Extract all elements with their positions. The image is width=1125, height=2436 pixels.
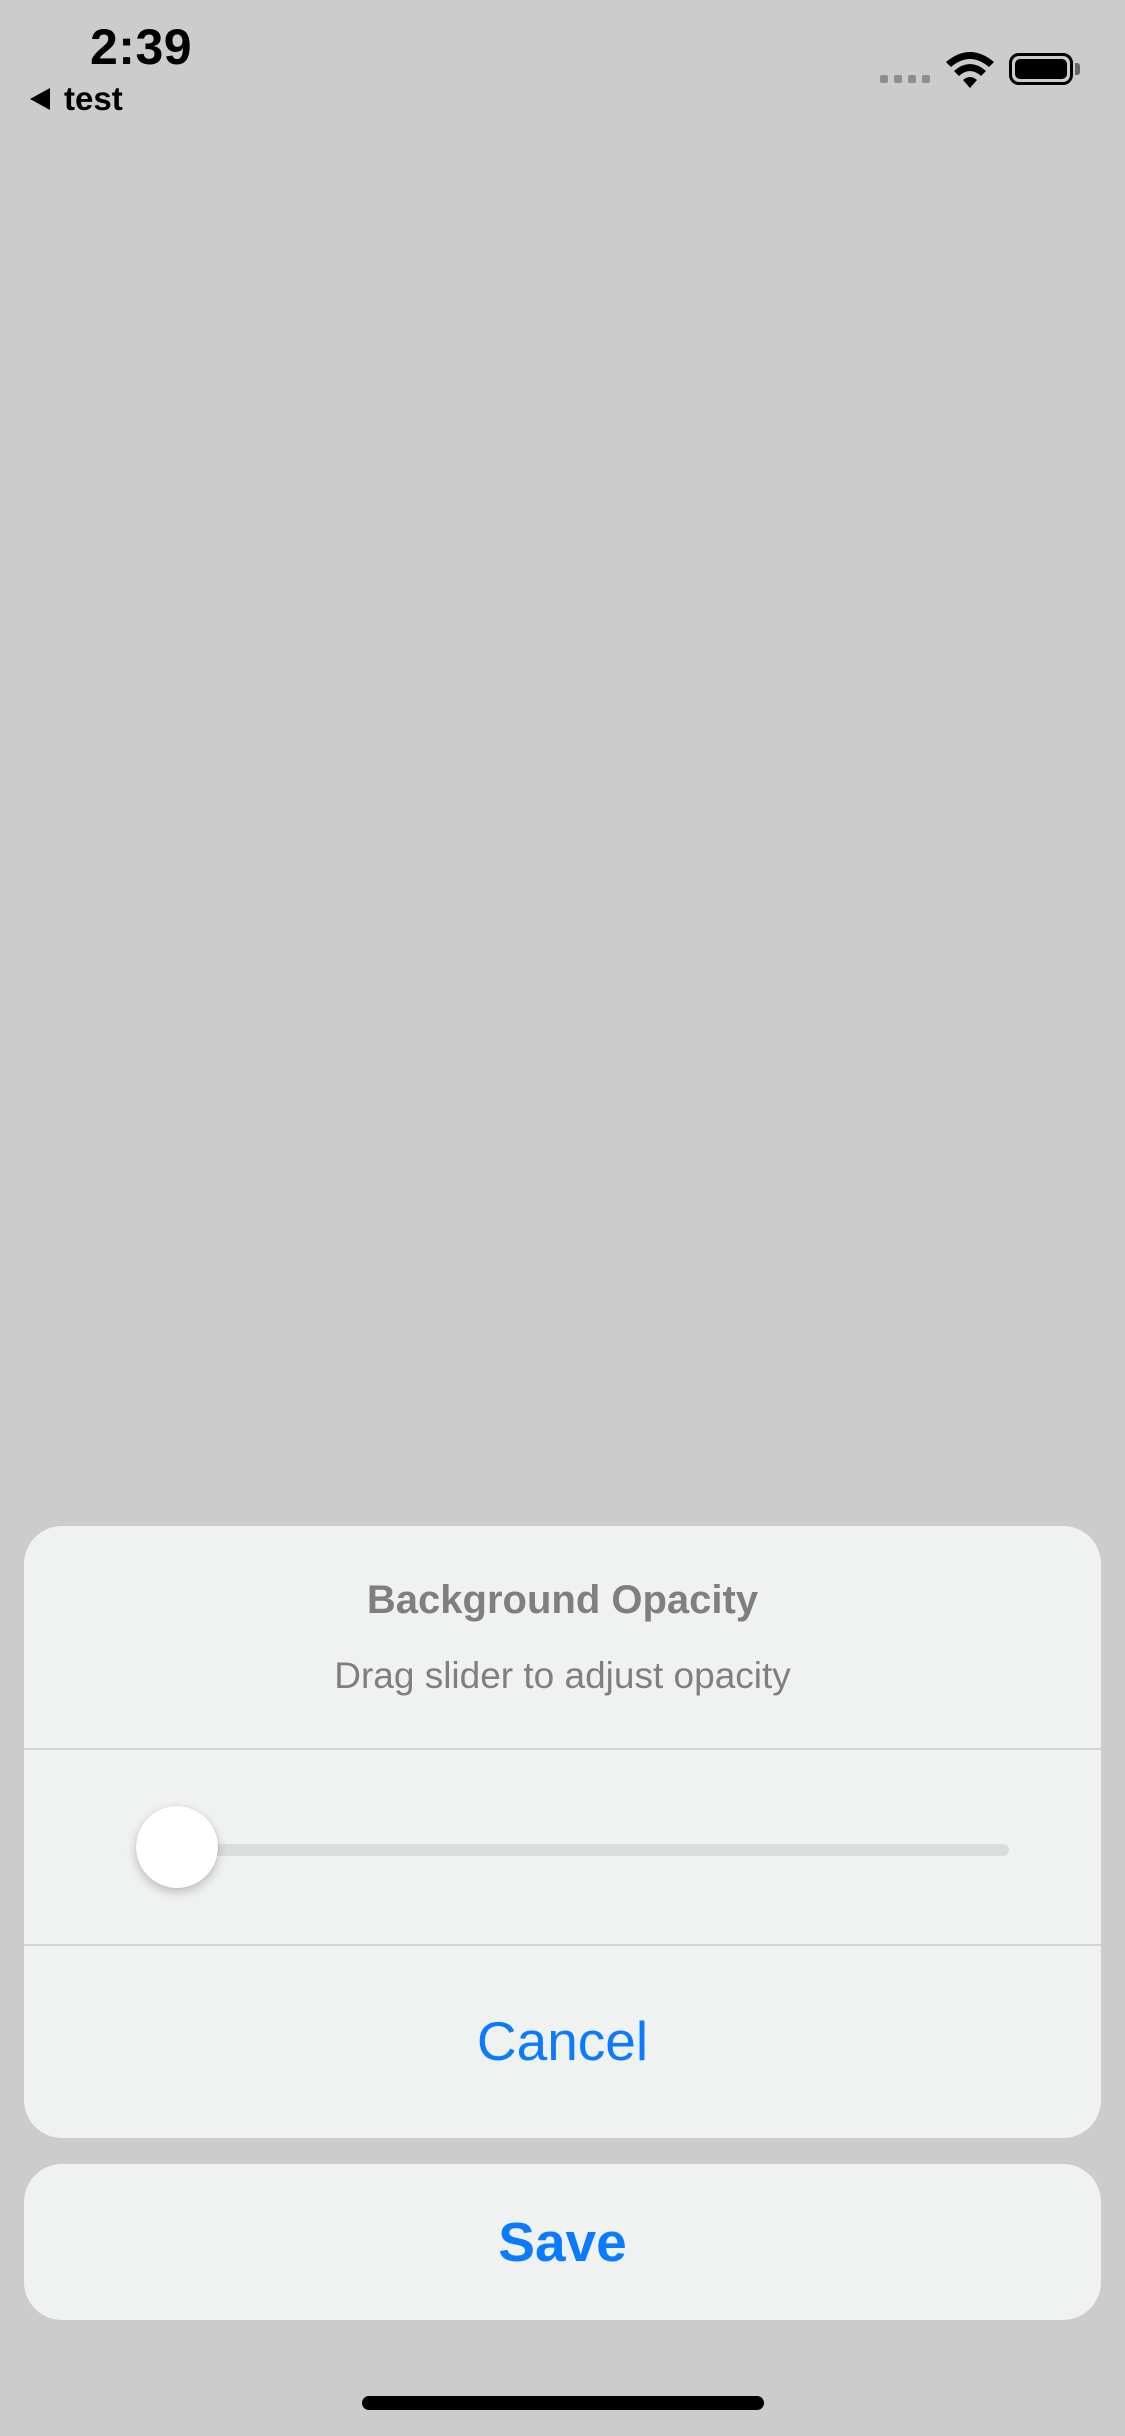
cancel-button[interactable]: Cancel <box>24 1946 1101 2136</box>
back-label: test <box>64 80 123 117</box>
back-to-app-link[interactable]: test <box>30 80 123 118</box>
opacity-action-sheet: Background Opacity Drag slider to adjust… <box>24 1526 1101 2138</box>
sheet-title: Background Opacity <box>366 1578 759 1622</box>
sheet-header: Background Opacity Drag slider to adjust… <box>24 1526 1101 1750</box>
home-indicator[interactable] <box>362 2396 764 2410</box>
wifi-icon <box>946 52 994 88</box>
opacity-slider-track[interactable] <box>154 1844 1009 1856</box>
battery-icon <box>1009 53 1073 85</box>
opacity-slider-row <box>24 1750 1101 1946</box>
cellular-signal-icon <box>880 75 930 83</box>
status-time: 2:39 <box>90 19 193 75</box>
opacity-slider-thumb[interactable] <box>136 1806 218 1888</box>
back-arrow-icon <box>30 88 50 110</box>
sheet-message: Drag slider to adjust opacity <box>334 1655 791 1696</box>
save-button[interactable]: Save <box>24 2164 1101 2320</box>
battery-cap <box>1075 63 1080 75</box>
